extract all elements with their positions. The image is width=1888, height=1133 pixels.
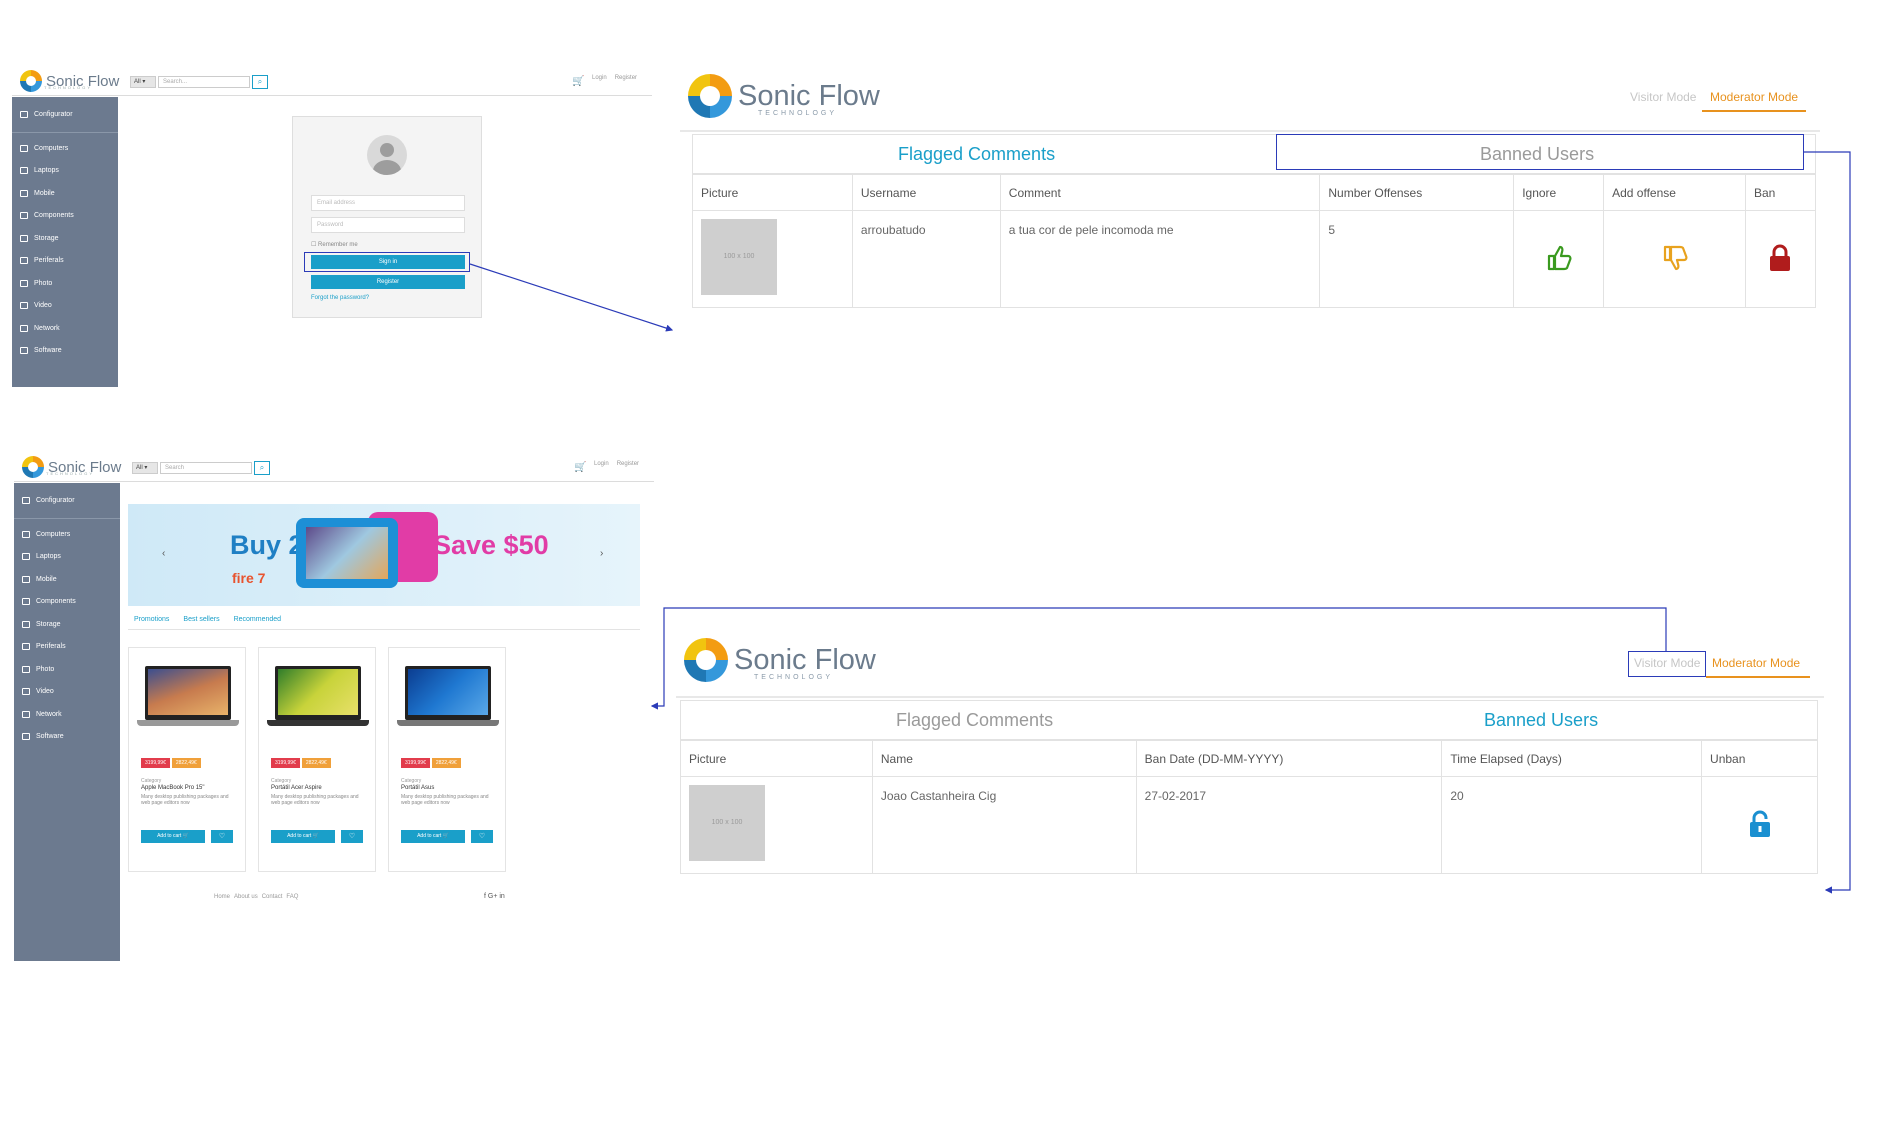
flow-connectors xyxy=(469,151,1851,894)
banned-tab-arrow xyxy=(1804,151,1851,894)
signin-to-moderator-arrow xyxy=(469,263,674,332)
visitor-mode-arrow xyxy=(650,607,1667,710)
